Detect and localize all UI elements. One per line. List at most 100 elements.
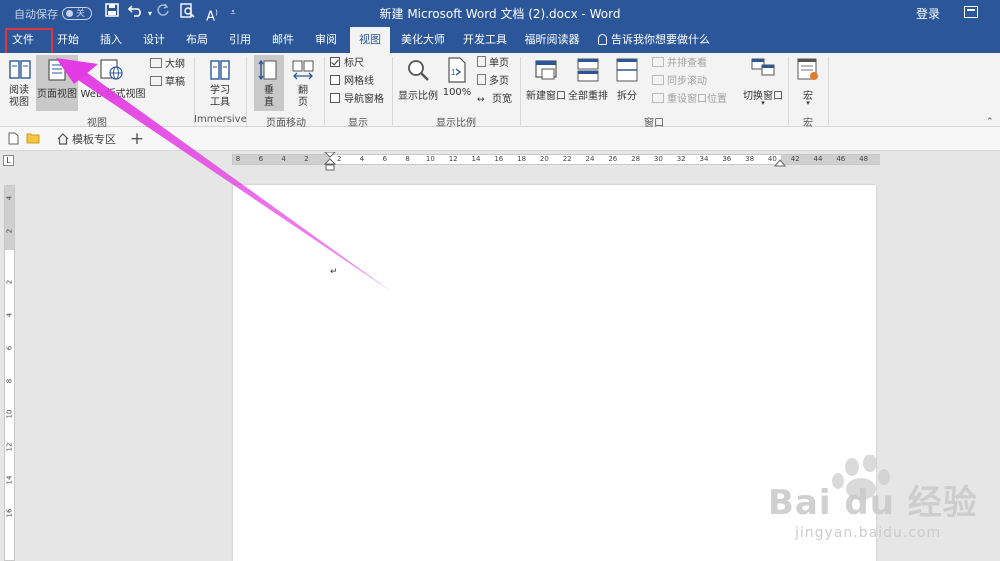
- ruler-tick-label: 12: [5, 442, 14, 452]
- macros-button[interactable]: 宏 ▾: [792, 57, 824, 111]
- separator: [828, 57, 829, 125]
- magnifier-icon: [408, 60, 429, 81]
- reset-position-label: 重设窗口位置: [667, 94, 727, 105]
- side-to-side-button[interactable]: 翻 页: [288, 55, 318, 111]
- separator: [246, 57, 247, 125]
- one-page-icon: [477, 56, 486, 67]
- tab-developer[interactable]: 开发工具: [459, 27, 511, 53]
- add-tab-button[interactable]: +: [128, 129, 146, 149]
- side-to-side-label: 翻 页: [298, 85, 308, 108]
- checkbox-checked-icon: [330, 57, 340, 67]
- undo-dropdown-icon[interactable]: ▾: [146, 3, 154, 24]
- ruler-tick-label: 36: [722, 155, 732, 163]
- one-page-button[interactable]: 单页: [477, 56, 509, 72]
- learning-tools-button[interactable]: 学习 工具: [200, 57, 240, 111]
- tab-mailings[interactable]: 邮件: [266, 27, 300, 53]
- tell-me-text: 告诉我你想要做什么: [611, 33, 710, 46]
- view-side-by-side-button[interactable]: 并排查看: [652, 56, 707, 72]
- vertical-button[interactable]: 垂 直: [254, 55, 284, 111]
- tab-beautify-master[interactable]: 美化大师: [396, 27, 450, 53]
- save-icon[interactable]: [103, 3, 121, 24]
- ruler-tick-label: 6: [5, 345, 14, 351]
- ruler-tick-label: 14: [5, 475, 14, 485]
- split-button[interactable]: 拆分: [612, 57, 642, 111]
- new-window-icon: [535, 60, 557, 80]
- page-width-icon: ↔: [477, 95, 485, 105]
- tab-design[interactable]: 设计: [137, 27, 171, 53]
- tab-foxit-reader[interactable]: 福昕阅读器: [522, 27, 582, 53]
- template-zone-label: 模板专区: [72, 133, 116, 146]
- autosave-label: 自动保存: [14, 8, 58, 21]
- read-mode-button[interactable]: 阅读 视图: [2, 57, 36, 111]
- print-layout-button[interactable]: 页面视图: [36, 55, 78, 111]
- ruler-tick-label: 44: [813, 155, 823, 163]
- page-width-button[interactable]: ↔ 页宽: [477, 92, 512, 108]
- tab-insert[interactable]: 插入: [94, 27, 128, 53]
- new-document-icon[interactable]: [8, 132, 19, 145]
- switch-windows-button[interactable]: 切换窗口 ▾: [738, 57, 788, 111]
- tab-view[interactable]: 视图: [350, 27, 390, 53]
- outline-button[interactable]: 大纲: [150, 57, 185, 73]
- chevron-down-icon: ▾: [806, 99, 810, 107]
- login-link[interactable]: 登录: [916, 5, 940, 22]
- arrange-all-label: 全部重排: [568, 91, 608, 102]
- customize-icon[interactable]: ⩡: [228, 3, 238, 24]
- ruler-tick-label: 4: [281, 155, 286, 163]
- outline-label: 大纲: [165, 59, 185, 70]
- learning-tools-icon: [210, 60, 230, 80]
- title-bar: 自动保存 关 ▾ A) ⩡ 新建 Microsoft Word 文档 (2).d…: [0, 0, 1000, 27]
- redo-icon[interactable]: [155, 3, 171, 24]
- watermark-text: Bai du 经验: [768, 483, 978, 523]
- ruler-tick-label: 38: [745, 155, 755, 163]
- template-zone-tab[interactable]: 模板专区: [52, 129, 124, 150]
- read-mode-label: 阅读 视图: [9, 85, 29, 108]
- reset-window-position-button[interactable]: 重设窗口位置: [652, 92, 727, 108]
- side-by-side-label: 并排查看: [667, 58, 707, 69]
- draft-button[interactable]: 草稿: [150, 75, 185, 91]
- tab-references[interactable]: 引用: [223, 27, 257, 53]
- new-window-label: 新建窗口: [526, 91, 566, 102]
- svg-text:1: 1: [451, 68, 456, 77]
- print-preview-icon[interactable]: [178, 3, 196, 24]
- immersive-group-label: Immersive: [194, 114, 247, 125]
- collapse-ribbon-icon[interactable]: ⌃: [986, 117, 994, 127]
- ribbon-view: 阅读 视图 页面视图 Web 版式视图 大纲 草稿 视图 学习 工具 Immer…: [0, 53, 1000, 129]
- tab-home[interactable]: 开始: [51, 27, 85, 53]
- nav-pane-checkbox[interactable]: 导航窗格: [330, 92, 384, 108]
- side-to-side-icon: [292, 60, 314, 80]
- arrange-all-button[interactable]: 全部重排: [568, 57, 608, 111]
- ruler-tick-label: 16: [494, 155, 504, 163]
- ruler-tick-label: 2: [304, 155, 309, 163]
- print-layout-label: 页面视图: [37, 89, 77, 100]
- vertical-ruler[interactable]: 4 2 2 4 6 8 10 12 14 16: [4, 185, 15, 561]
- horizontal-ruler[interactable]: 8 6 4 2 2 4 6 8 10 12 14 16 18 20 22 24 26 28 30 32 34 36 38 40…: [232, 152, 880, 171]
- right-indent-marker-icon[interactable]: [774, 159, 786, 169]
- ruler-checkbox[interactable]: 标尺: [330, 56, 364, 72]
- gridlines-checkbox[interactable]: 网格线: [330, 74, 374, 90]
- folder-icon[interactable]: [26, 132, 40, 144]
- reset-position-icon: [652, 93, 664, 103]
- globe-page-icon: [100, 59, 123, 80]
- web-layout-button[interactable]: Web 版式视图: [80, 55, 146, 111]
- zoom-100-button[interactable]: 1 100%: [442, 57, 472, 111]
- ruler-label: 标尺: [344, 58, 364, 69]
- tell-me-search[interactable]: 告诉我你想要做什么: [598, 27, 710, 53]
- ruler-tick-label: 10: [5, 409, 14, 419]
- indent-marker-icon[interactable]: [324, 152, 336, 172]
- sync-scroll-button[interactable]: 同步滚动: [652, 74, 707, 90]
- undo-icon[interactable]: [126, 3, 146, 24]
- split-label: 拆分: [617, 91, 637, 102]
- tab-selector[interactable]: L: [3, 155, 14, 166]
- tab-layout[interactable]: 布局: [180, 27, 214, 53]
- multiple-pages-button[interactable]: 多页: [477, 74, 509, 90]
- tab-review[interactable]: 审阅: [309, 27, 343, 53]
- read-aloud-icon[interactable]: A): [203, 3, 221, 24]
- watermark-url: jingyan.baidu.com: [795, 525, 942, 541]
- new-window-button[interactable]: 新建窗口: [524, 57, 568, 111]
- web-layout-label: Web 版式视图: [80, 89, 146, 100]
- chevron-down-icon: ▾: [761, 99, 765, 107]
- zoom-button[interactable]: 显示比例: [396, 57, 440, 111]
- ribbon-display-options-icon[interactable]: [964, 6, 978, 18]
- autosave-toggle[interactable]: 关: [62, 7, 92, 20]
- nav-pane-label: 导航窗格: [344, 94, 384, 105]
